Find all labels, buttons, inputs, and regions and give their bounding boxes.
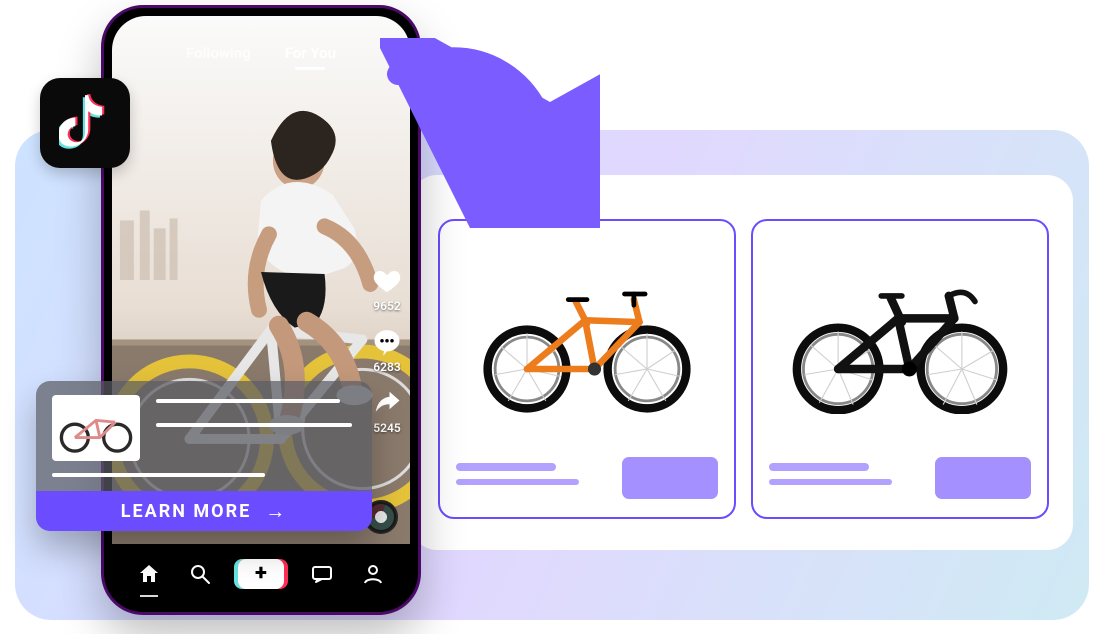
product-card-bike-orange[interactable] [438,219,736,519]
learn-more-button[interactable]: LEARN MORE → [36,491,372,531]
bike-black-icon [780,264,1020,414]
like-count: 9652 [373,299,400,313]
nav-profile[interactable] [360,561,386,587]
share-count: 5245 [373,421,400,435]
product-card-bike-black[interactable] [751,219,1049,519]
share-icon [372,388,402,418]
bike-orange-icon [467,264,707,414]
nav-search[interactable] [187,561,213,587]
overlay-thumbnail [52,395,140,461]
nav-inbox[interactable] [309,561,335,587]
profile-icon [361,562,385,586]
search-icon [188,562,212,586]
home-icon [137,562,161,586]
heart-icon [372,266,402,296]
share-button[interactable]: 5245 [372,388,402,435]
comment-button[interactable]: 6283 [372,327,402,374]
bottom-nav: + [112,544,410,604]
tiktok-logo-icon [59,93,111,153]
arrow-right-icon: → [265,499,287,524]
tiktok-badge [40,78,130,168]
like-button[interactable]: 9652 [372,266,402,313]
overlay-text-placeholder [52,473,356,477]
product-image [769,235,1031,443]
plus-icon: + [255,563,267,585]
feed-tabs: Following For You [112,44,410,68]
overlay-text-placeholder [156,395,356,427]
product-buy-button[interactable] [622,457,718,499]
product-meta [456,457,718,499]
nav-home[interactable] [136,561,162,587]
bike-thumbnail-icon [57,403,135,453]
product-panel [411,175,1073,550]
comment-count: 6283 [373,360,400,374]
product-buy-button[interactable] [935,457,1031,499]
product-meta [769,457,1031,499]
nav-post[interactable]: + [238,559,284,589]
tab-for-you[interactable]: For You [285,44,336,68]
comment-icon [372,327,402,357]
product-overlay-card[interactable]: LEARN MORE → [36,381,372,531]
cta-label: LEARN MORE [121,501,252,522]
product-text-placeholder [456,463,610,493]
action-rail: 9652 6283 5245 [372,266,402,449]
product-image [456,235,718,443]
product-text-placeholder [769,463,923,493]
tab-following[interactable]: Following [186,44,251,68]
inbox-icon [310,562,334,586]
